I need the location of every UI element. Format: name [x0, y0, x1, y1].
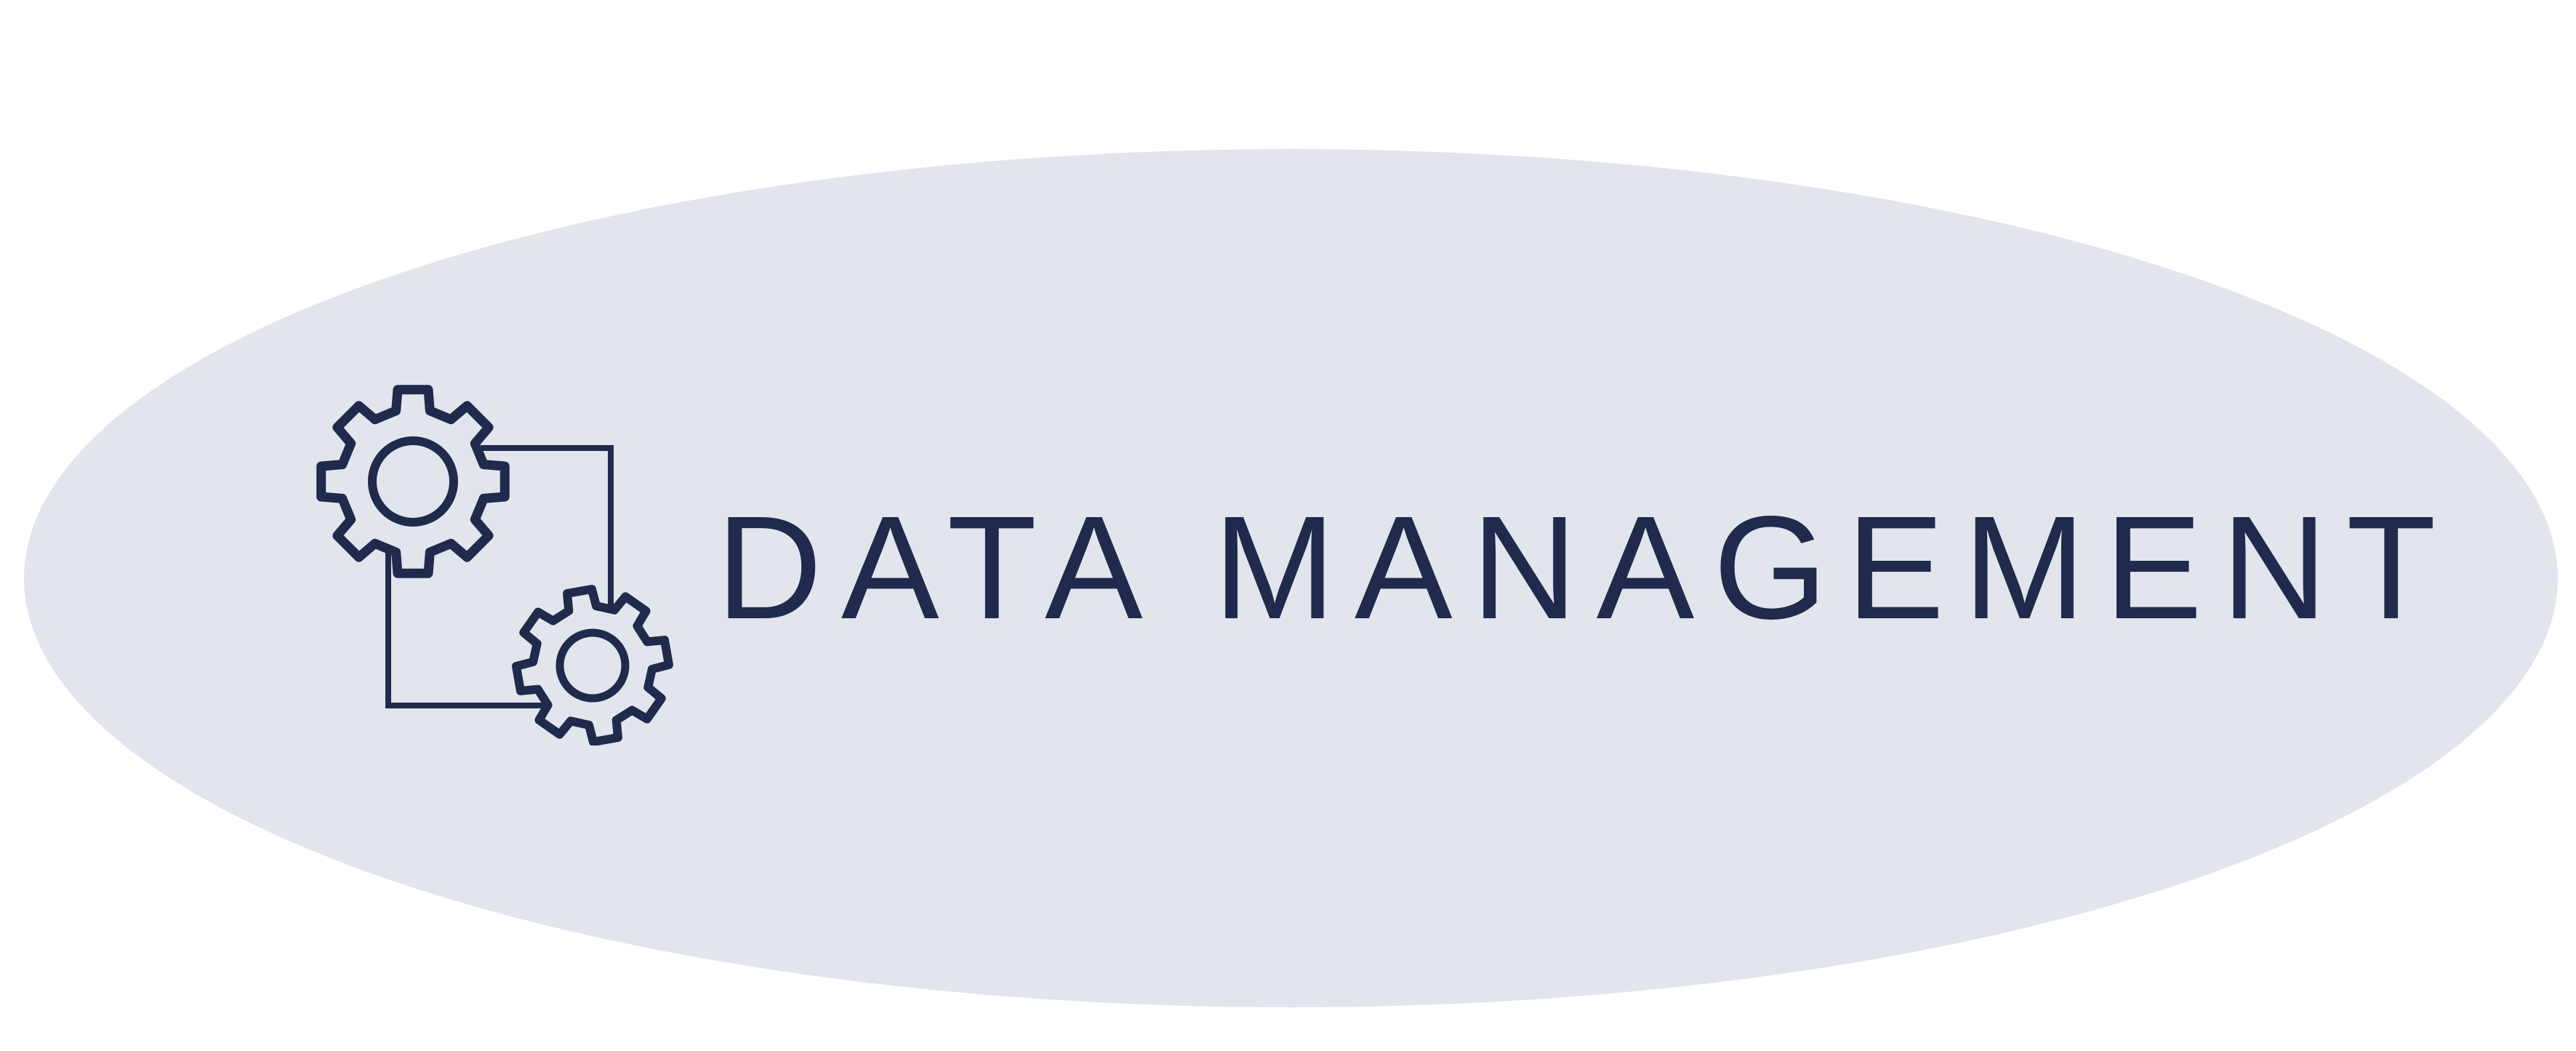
banner-canvas: DATA MANAGEMENT — [0, 0, 2576, 1051]
gear-small-outline-icon — [511, 584, 674, 746]
small-gear-hole-icon — [555, 628, 630, 703]
small-gear-icon — [511, 584, 674, 746]
large-gear-hole-icon — [368, 436, 458, 527]
gears-icon — [313, 382, 691, 746]
page-title: DATA MANAGEMENT — [716, 485, 2455, 650]
large-gear-icon — [316, 385, 510, 578]
gear-large-outline-icon — [316, 385, 510, 578]
